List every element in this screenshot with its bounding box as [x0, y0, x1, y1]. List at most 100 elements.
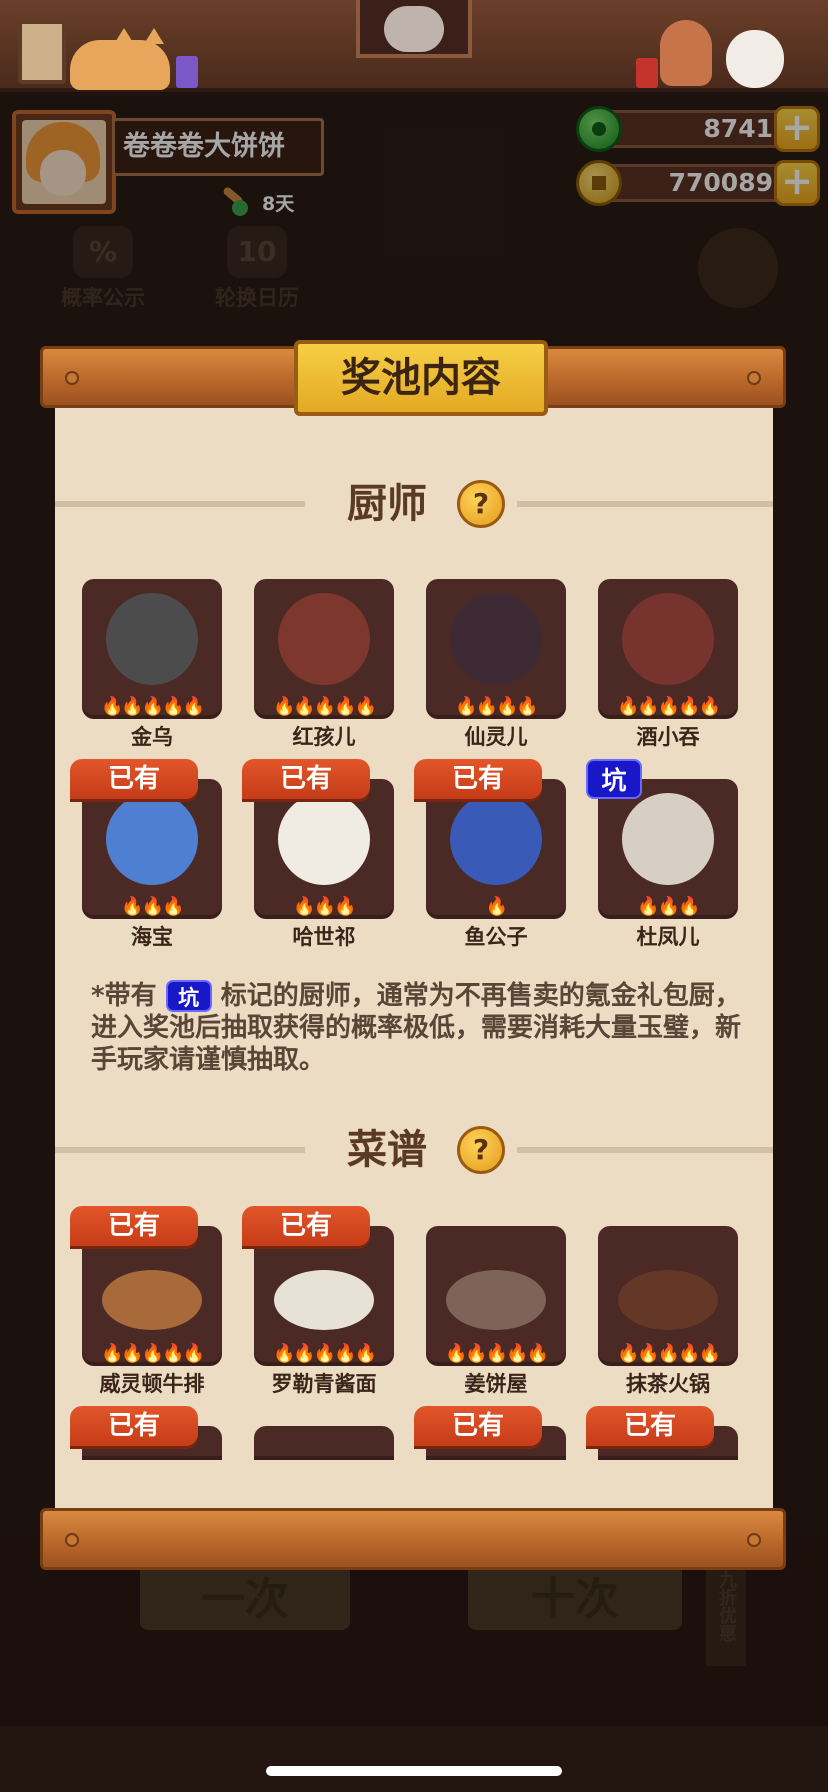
recipe-card[interactable]: 已有 [414, 1406, 566, 1460]
bolt-icon [747, 371, 761, 385]
rarity-flames-icon: 🔥🔥🔥🔥🔥 [82, 1343, 222, 1364]
bolt-icon [747, 1533, 761, 1547]
chef-card[interactable]: 🔥🔥🔥 已有 哈世祁 [242, 759, 394, 951]
bottom-bar [0, 1726, 828, 1792]
pit-note: *带有 坑 标记的厨师，通常为不再售卖的氪金礼包厨，进入奖池后抽取获得的概率极低… [91, 980, 751, 1076]
flame-icon: 🔥 [616, 1343, 639, 1364]
home-indicator[interactable] [266, 1766, 562, 1776]
recipe-card[interactable]: 🔥🔥🔥🔥🔥 抹茶火锅 [598, 1226, 738, 1398]
owned-badge: 已有 [70, 759, 198, 799]
prize-pool-dialog: 厨师 ? 🔥🔥🔥🔥🔥 金乌 🔥🔥🔥🔥🔥 红孩儿 🔥🔥🔥🔥 仙灵儿 🔥🔥🔥🔥🔥 酒小吞 🔥🔥🔥 已有… [55, 380, 773, 1510]
chef-card[interactable]: 🔥🔥🔥 坑杜凤儿 [586, 759, 738, 951]
flame-icon: 🔥 [455, 696, 477, 717]
rarity-flames-icon: 🔥🔥🔥 [598, 896, 738, 917]
rarity-flames-icon: 🔥🔥🔥🔥🔥 [598, 1343, 738, 1364]
recipe-card-frame [254, 1426, 394, 1460]
chef-portrait [278, 593, 370, 685]
cat-figurine [70, 28, 170, 90]
recipe-card[interactable]: 已有 [70, 1406, 222, 1460]
bolt-icon [65, 371, 79, 385]
recipe-name: 威灵顿牛排 [99, 1372, 205, 1396]
flame-icon: 🔥 [334, 1343, 356, 1364]
owned-badge: 已有 [242, 1206, 370, 1246]
flame-icon: 🔥 [121, 696, 143, 717]
flame-icon: 🔥 [616, 696, 639, 717]
flame-icon: 🔥 [444, 1343, 467, 1364]
cup-decoration [636, 58, 658, 88]
recipe-card[interactable] [254, 1426, 394, 1460]
owned-badge: 已有 [70, 1206, 198, 1246]
divider [517, 501, 773, 507]
recipe-card[interactable]: 🔥🔥🔥🔥🔥 姜饼屋 [426, 1226, 566, 1398]
recipe-card[interactable]: 🔥🔥🔥🔥🔥 已有 罗勒青酱面 [242, 1206, 394, 1398]
chef-name: 海宝 [131, 925, 173, 949]
chef-name: 仙灵儿 [464, 725, 528, 749]
chef-card[interactable]: 🔥🔥🔥 已有 海宝 [70, 759, 222, 951]
chef-name: 哈世祁 [292, 925, 356, 949]
flame-icon: 🔥 [485, 1343, 508, 1364]
chef-portrait [450, 793, 542, 885]
divider [517, 1147, 773, 1153]
flame-icon: 🔥 [334, 896, 356, 917]
flame-icon: 🔥 [516, 696, 538, 717]
chef-portrait [106, 593, 198, 685]
recipe-help-icon[interactable]: ? [457, 1126, 505, 1174]
flame-icon: 🔥 [162, 696, 184, 717]
flame-icon: 🔥 [465, 1343, 487, 1364]
top-shelf [0, 0, 828, 92]
chef-card[interactable]: 🔥🔥🔥🔥🔥 金乌 [82, 579, 222, 751]
flame-icon: 🔥 [637, 896, 659, 917]
chef-portrait [450, 593, 542, 685]
flame-icon: 🔥 [698, 1343, 721, 1364]
pit-badge: 坑 [586, 759, 642, 799]
chef-card[interactable]: 🔥🔥🔥🔥 仙灵儿 [426, 579, 566, 751]
flame-icon: 🔥 [506, 1343, 528, 1364]
flame-icon: 🔥 [162, 896, 184, 917]
flame-icon: 🔥 [100, 696, 123, 717]
chef-section-title: 厨师 [347, 481, 427, 527]
flame-icon: 🔥 [657, 1343, 680, 1364]
chef-card-frame: 🔥 [426, 779, 566, 919]
flame-icon: 🔥 [313, 696, 336, 717]
rarity-flames-icon: 🔥🔥🔥🔥 [426, 696, 566, 717]
bolt-icon [65, 1533, 79, 1547]
flame-icon: 🔥 [334, 696, 356, 717]
recipe-card[interactable]: 已有 [586, 1406, 738, 1460]
recipe-name: 姜饼屋 [464, 1372, 528, 1396]
recipe-section-header: 菜谱 ? [55, 1120, 773, 1180]
dish-image [618, 1270, 718, 1330]
owned-badge: 已有 [414, 759, 542, 799]
chef-name: 鱼公子 [464, 925, 528, 949]
chef-help-icon[interactable]: ? [457, 480, 505, 528]
chef-card[interactable]: 🔥🔥🔥🔥🔥 红孩儿 [254, 579, 394, 751]
rarity-flames-icon: 🔥🔥🔥 [82, 896, 222, 917]
flame-icon: 🔥 [678, 1343, 700, 1364]
chef-card[interactable]: 🔥🔥🔥🔥🔥 酒小吞 [598, 579, 738, 751]
girl-figurine [660, 20, 712, 86]
owned-badge: 已有 [414, 1406, 542, 1446]
flame-icon: 🔥 [698, 696, 721, 717]
owned-badge: 已有 [70, 1406, 198, 1446]
flame-icon: 🔥 [313, 1343, 336, 1364]
owned-badge: 已有 [242, 759, 370, 799]
chef-card-frame: 🔥🔥🔥 [82, 779, 222, 919]
flame-icon: 🔥 [678, 896, 700, 917]
pit-inline-badge: 坑 [165, 980, 212, 1012]
chef-portrait [106, 793, 198, 885]
flame-icon: 🔥 [182, 1343, 205, 1364]
rarity-flames-icon: 🔥🔥🔥🔥🔥 [82, 696, 222, 717]
flame-icon: 🔥 [485, 896, 508, 917]
flame-icon: 🔥 [100, 1343, 123, 1364]
flame-icon: 🔥 [121, 896, 143, 917]
dish-image [274, 1270, 374, 1330]
recipe-card[interactable]: 🔥🔥🔥🔥🔥 已有 威灵顿牛排 [70, 1206, 222, 1398]
rarity-flames-icon: 🔥🔥🔥🔥🔥 [598, 696, 738, 717]
recipe-name: 抹茶火锅 [626, 1372, 710, 1396]
flame-icon: 🔥 [678, 696, 700, 717]
flame-icon: 🔥 [526, 1343, 549, 1364]
chef-name: 金乌 [131, 725, 173, 749]
divider [55, 1147, 305, 1153]
chef-card[interactable]: 🔥 已有鱼公子 [414, 759, 566, 951]
divider [55, 501, 305, 507]
flame-icon: 🔥 [182, 696, 205, 717]
